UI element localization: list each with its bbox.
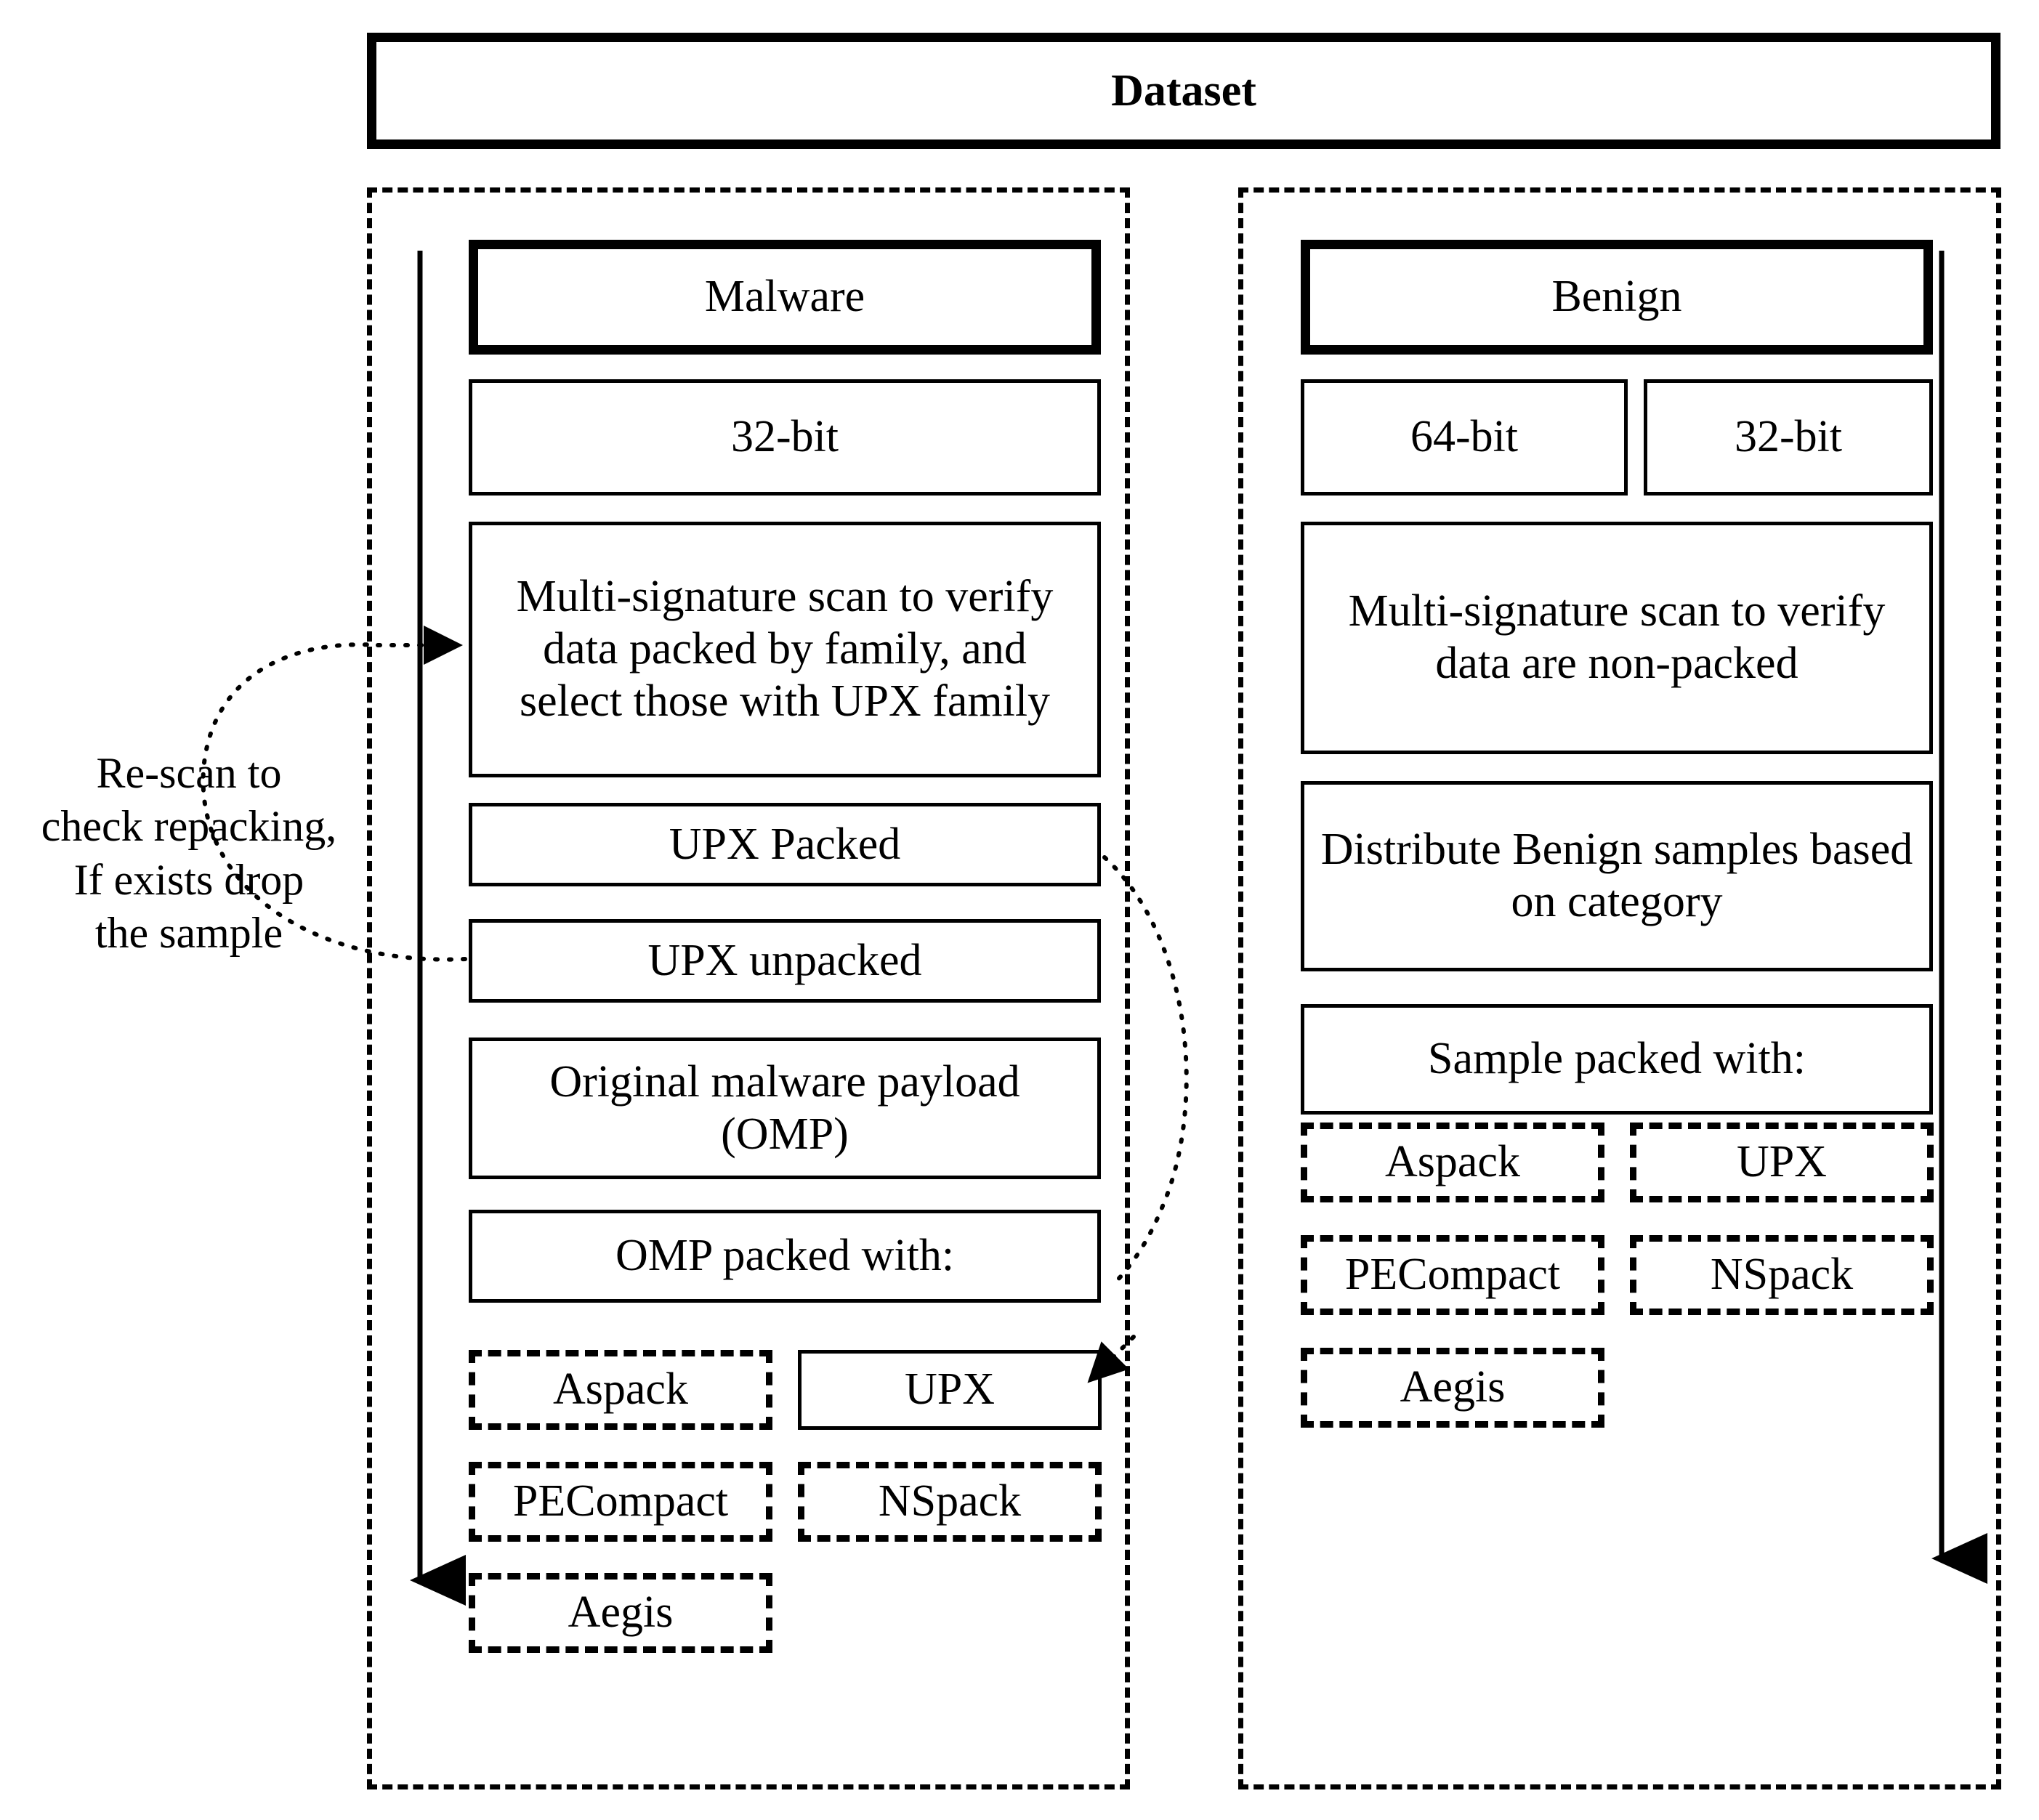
dataset-title: Dataset [1111,65,1256,116]
benign-packer-aegis-label: Aegis [1400,1362,1506,1412]
malware-step-omp-packed-with-label: OMP packed with: [615,1231,955,1281]
malware-step-upx-packed: UPX Packed [469,803,1101,886]
malware-title-label: Malware [704,272,865,322]
benign-scan-label: Multi-signature scan to verify data are … [1348,586,1886,688]
benign-architecture-32bit: 32-bit [1644,379,1933,496]
malware-architecture-label: 32-bit [730,412,839,462]
malware-packer-aspack: Aspack [469,1350,772,1430]
malware-packer-pecompact-label: PECompact [512,1476,729,1526]
malware-packer-upx: UPX [798,1350,1102,1430]
malware-scan-box: Multi-signature scan to verify data pack… [469,522,1101,777]
benign-packer-nspack-label: NSpack [1710,1250,1854,1300]
benign-architecture-64bit-label: 64-bit [1410,412,1519,462]
benign-pack-step-label: Sample packed with: [1428,1034,1806,1084]
diagram-canvas: Dataset Malware 32-bit Multi-signature s… [0,0,2039,1820]
malware-packer-aegis-label: Aegis [568,1588,674,1638]
benign-distribute-label: Distribute Benign samples based on categ… [1320,825,1913,926]
malware-step-upx-packed-label: UPX Packed [669,819,901,869]
benign-packer-upx-label: UPX [1736,1137,1828,1187]
benign-packer-pecompact-label: PECompact [1344,1250,1561,1300]
benign-architecture-64bit: 64-bit [1301,379,1628,496]
rescan-annotation-label: Re-scan to check repacking, If exists dr… [41,749,337,957]
benign-packer-upx: UPX [1630,1123,1934,1202]
benign-architecture-32bit-label: 32-bit [1734,412,1843,462]
benign-packer-aegis: Aegis [1301,1348,1604,1428]
malware-step-omp-label: Original malware payload (OMP) [549,1056,1020,1159]
malware-step-omp-packed-with: OMP packed with: [469,1210,1101,1303]
malware-packer-pecompact: PECompact [469,1462,772,1542]
benign-title-box: Benign [1301,240,1933,355]
benign-distribute-box: Distribute Benign samples based on categ… [1301,781,1933,971]
benign-title-label: Benign [1551,272,1682,322]
dataset-header-box: Dataset [367,33,2000,149]
malware-packer-nspack: NSpack [798,1462,1102,1542]
malware-packer-nspack-label: NSpack [878,1476,1022,1526]
malware-architecture-box: 32-bit [469,379,1101,496]
malware-title-box: Malware [469,240,1101,355]
benign-scan-box: Multi-signature scan to verify data are … [1301,522,1933,754]
malware-scan-label: Multi-signature scan to verify data pack… [516,572,1054,726]
malware-packer-aegis: Aegis [469,1573,772,1653]
rescan-annotation: Re-scan to check repacking, If exists dr… [22,694,356,960]
malware-step-upx-unpacked-label: UPX unpacked [647,935,922,985]
malware-step-upx-unpacked: UPX unpacked [469,919,1101,1003]
benign-packer-aspack-label: Aspack [1385,1137,1520,1187]
benign-pack-step-box: Sample packed with: [1301,1004,1933,1115]
malware-packer-aspack-label: Aspack [553,1364,688,1415]
malware-packer-upx-label: UPX [904,1364,996,1415]
benign-packer-aspack: Aspack [1301,1123,1604,1202]
benign-packer-pecompact: PECompact [1301,1235,1604,1315]
benign-packer-nspack: NSpack [1630,1235,1934,1315]
malware-step-omp: Original malware payload (OMP) [469,1038,1101,1179]
